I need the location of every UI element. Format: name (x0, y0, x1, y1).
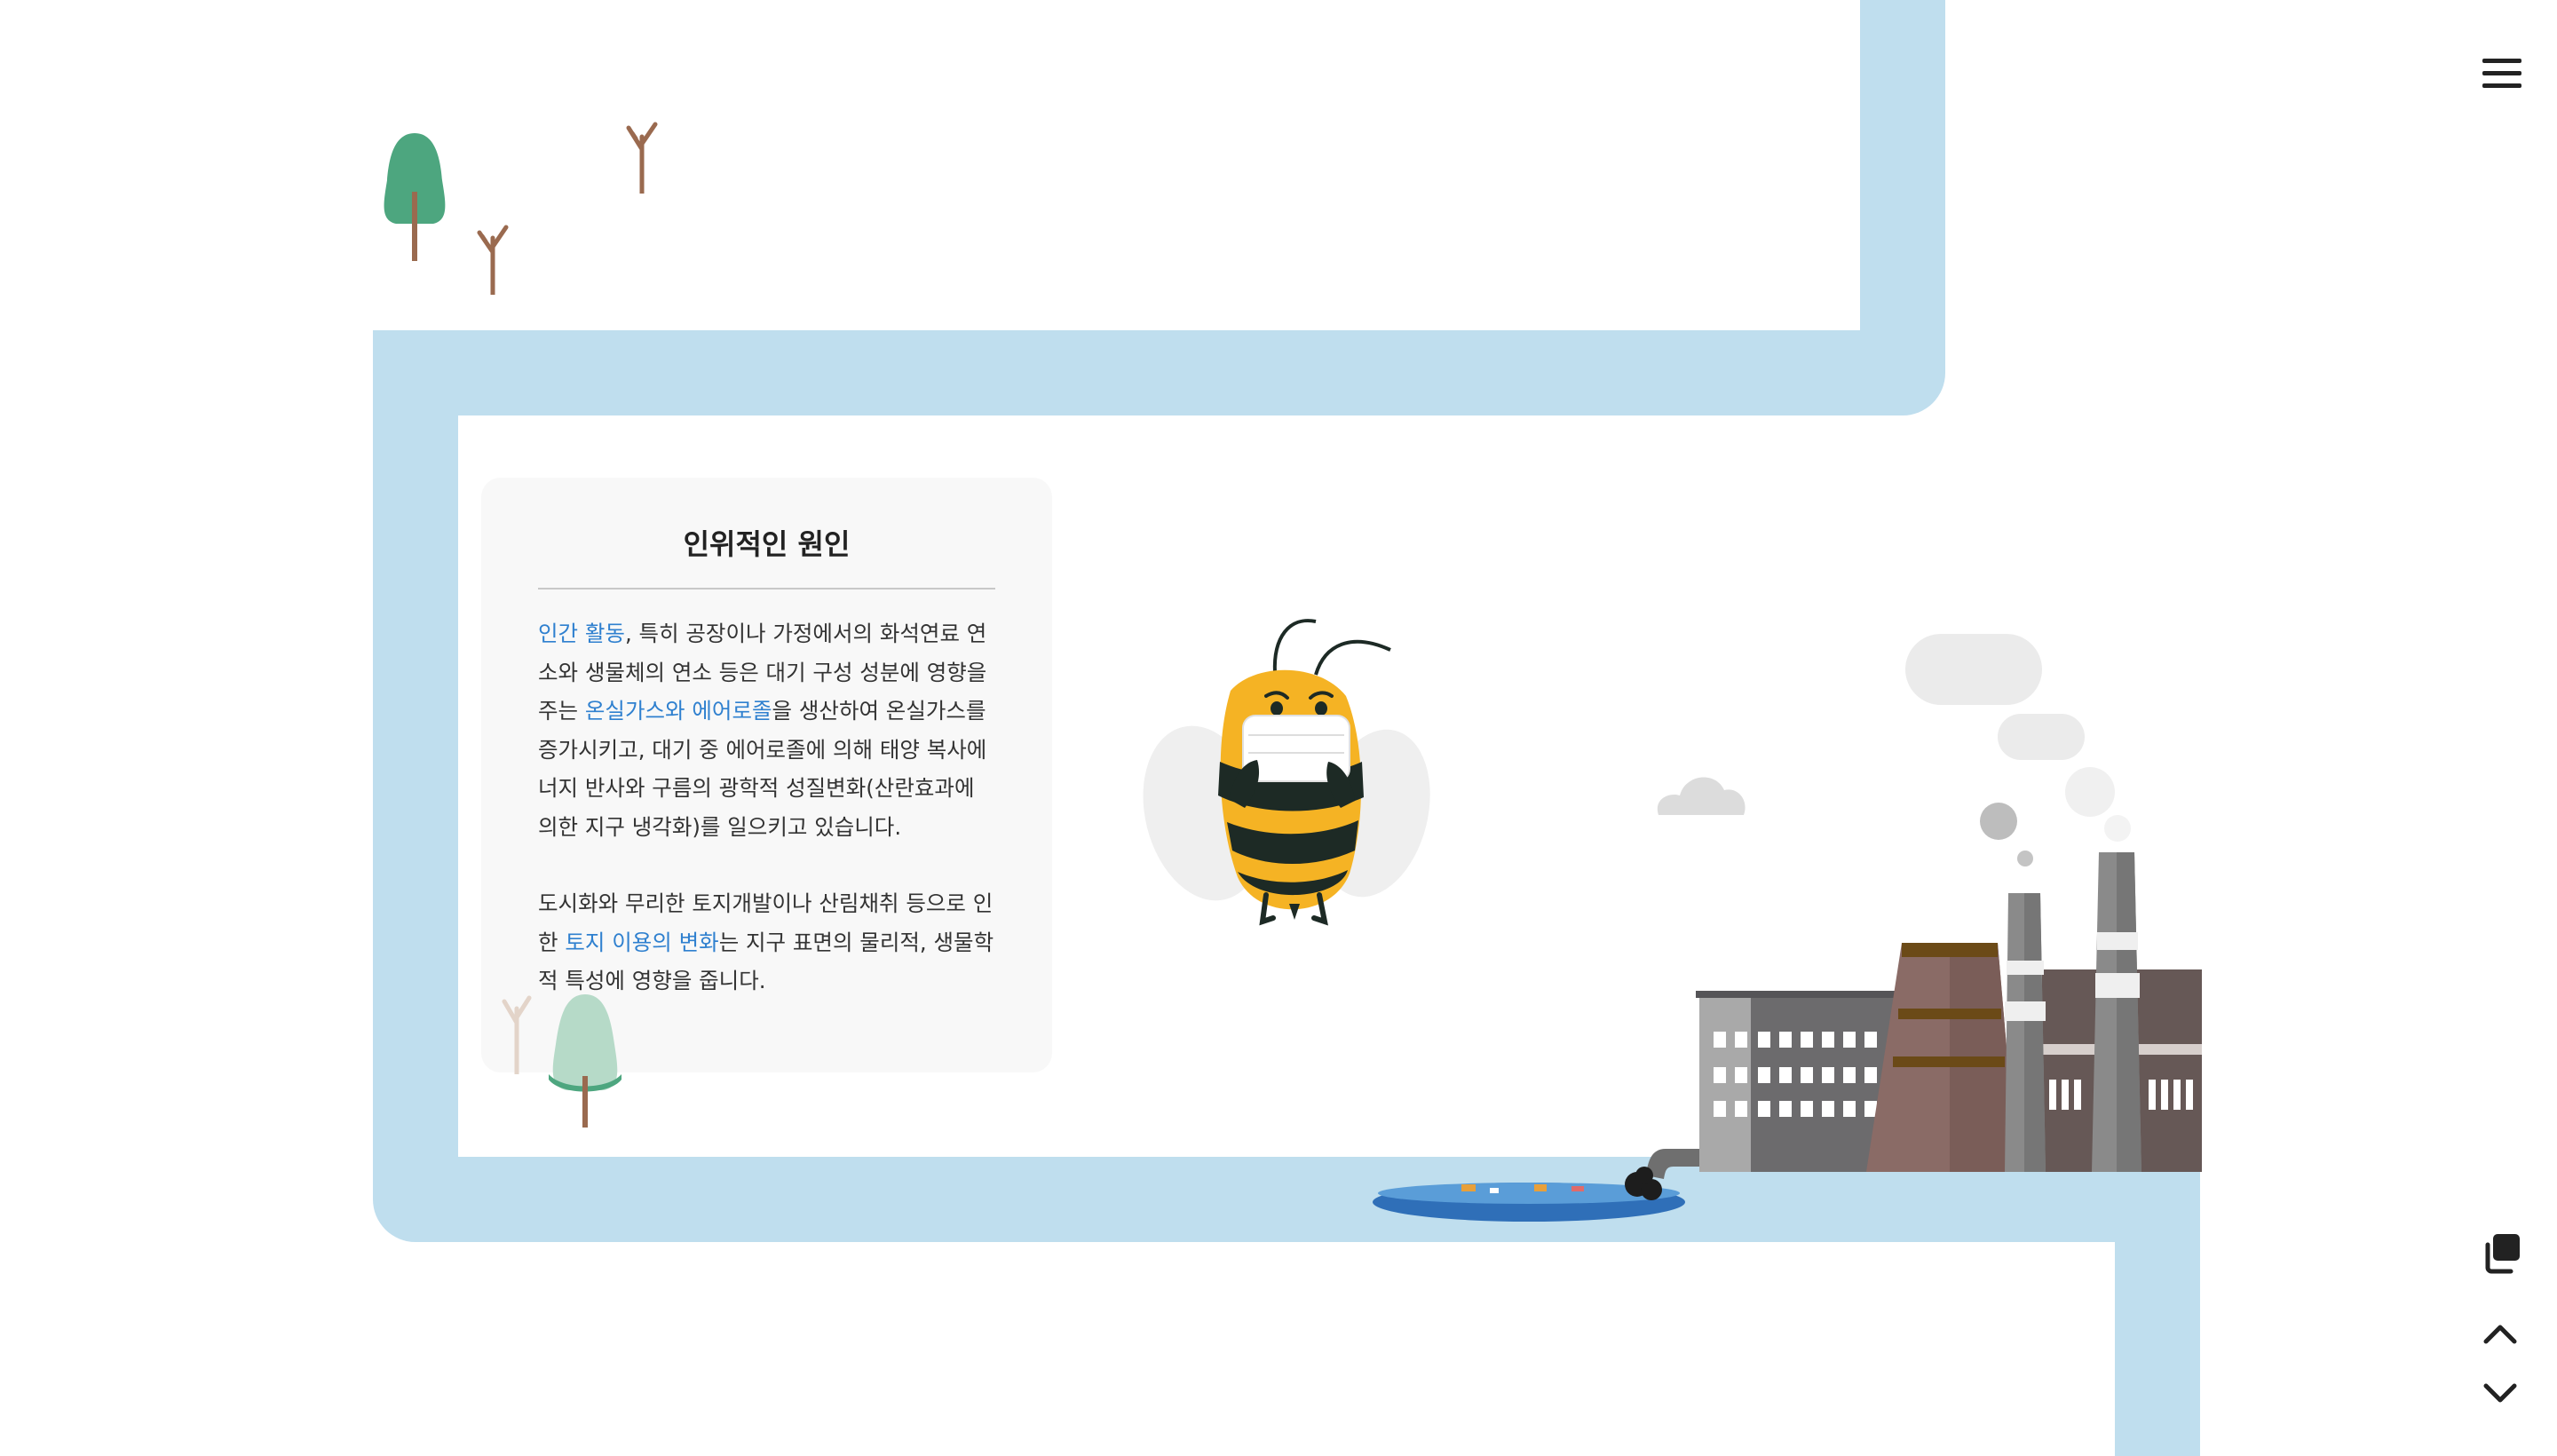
hamburger-menu-icon (2482, 59, 2521, 88)
highlight-human-activity: 인간 활동 (538, 621, 625, 646)
smoke-cloud-medium (1998, 714, 2085, 760)
faded-bare-tree-icon (502, 995, 532, 1074)
card-paragraph-land-use: 도시화와 무리한 토지개발이나 산림채취 등으로 인한 토지 이용의 변화는 지… (538, 884, 995, 1001)
card-title: 인위적인 원인 (538, 522, 995, 590)
bare-tree-small-icon (477, 225, 509, 295)
smoke-cloud-large (1905, 634, 2042, 705)
masked-bee-character (1143, 619, 1430, 926)
copy-icon (2485, 1234, 2520, 1274)
gray-cloud-icon (1657, 777, 1746, 815)
highlight-land-use-change: 토지 이용의 변화 (565, 929, 719, 955)
scroll-down-button[interactable] (2477, 1376, 2523, 1412)
smoke-puff-dark (1980, 803, 2017, 840)
chevron-down-icon (2483, 1383, 2517, 1403)
copy-button[interactable] (2475, 1229, 2525, 1278)
scroll-up-button[interactable] (2477, 1316, 2523, 1351)
path-segment-left-vertical (373, 373, 458, 1199)
info-card: 인위적인 원인 인간 활동, 특히 공장이나 가정에서의 화석연료 연소와 생물… (481, 478, 1052, 1072)
path-segment-top-vertical (1860, 0, 1945, 373)
factory-illustration (1696, 852, 2202, 1172)
faded-green-tree-icon (549, 994, 621, 1128)
smoke-puff-2 (2104, 815, 2131, 842)
tree-green-icon (384, 133, 446, 261)
card-paragraph-human-activity: 인간 활동, 특히 공장이나 가정에서의 화석연료 연소와 생물체의 연소 등은… (538, 614, 995, 846)
path-segment-bottom-vertical (2115, 1157, 2200, 1456)
chevron-up-icon (2483, 1325, 2517, 1344)
menu-button[interactable] (2477, 51, 2527, 96)
highlight-greenhouse-aerosol: 온실가스와 에어로졸 (584, 698, 772, 724)
smoke-puff-1 (2065, 767, 2115, 817)
path-segment-upper-horizontal (373, 330, 1903, 415)
bare-tree-icon (626, 122, 658, 194)
